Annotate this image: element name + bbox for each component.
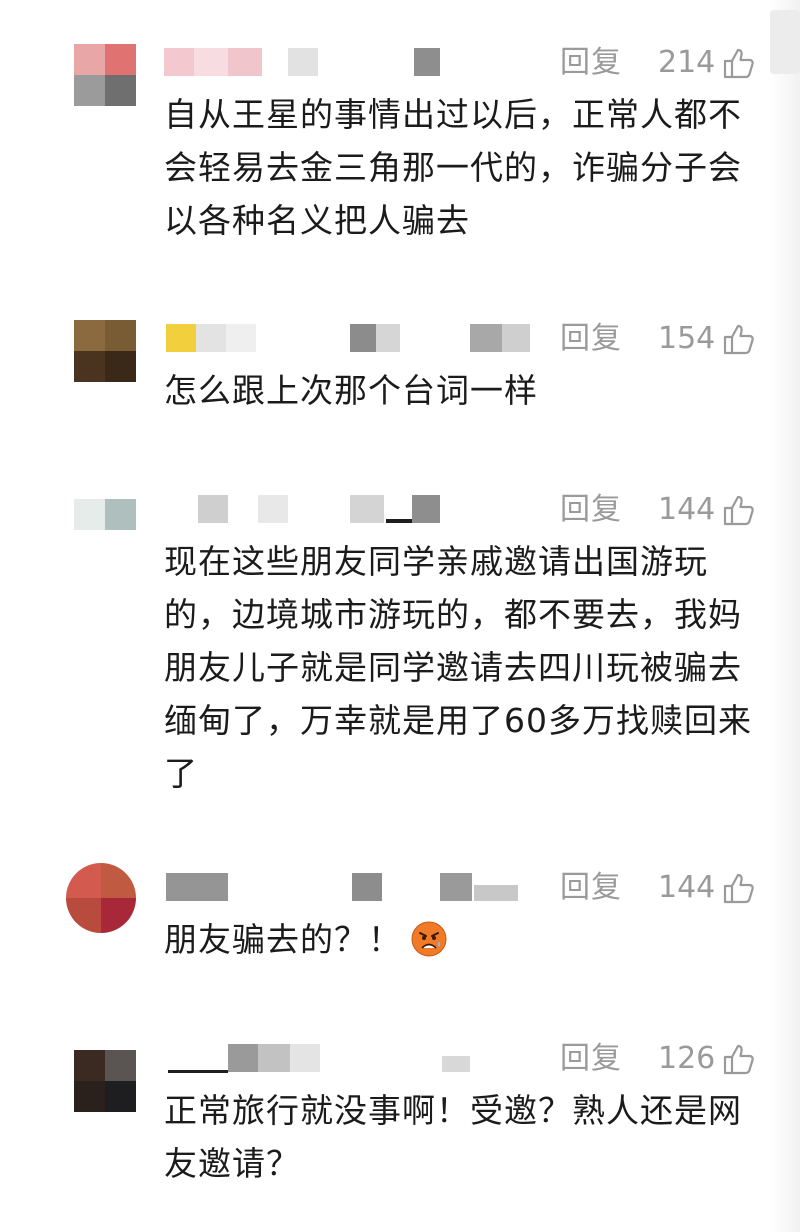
like-count: 144 bbox=[658, 870, 716, 905]
comment-text: 现在这些朋友同学亲戚邀请出国游玩的，边境城市游玩的，都不要去，我妈朋友儿子就是同… bbox=[164, 542, 752, 793]
comment-text: 怎么跟上次那个台词一样 bbox=[164, 371, 538, 410]
worried-face-emoji bbox=[411, 921, 447, 957]
reply-button[interactable]: 回复 bbox=[560, 869, 622, 907]
thumbs-up-icon[interactable] bbox=[722, 1042, 756, 1076]
thumbs-up-icon[interactable] bbox=[722, 46, 756, 80]
username-pixelated[interactable] bbox=[164, 869, 584, 905]
scroll-indicator[interactable] bbox=[770, 10, 800, 74]
username-pixelated[interactable] bbox=[164, 1040, 584, 1076]
username-pixelated[interactable] bbox=[164, 491, 584, 527]
like-count: 214 bbox=[658, 45, 716, 80]
reply-button[interactable]: 回复 bbox=[560, 44, 622, 82]
thumbs-up-icon[interactable] bbox=[722, 493, 756, 527]
avatar[interactable] bbox=[74, 1050, 136, 1112]
right-edge bbox=[770, 0, 800, 1232]
username-pixelated[interactable] bbox=[164, 44, 584, 80]
thumbs-up-icon[interactable] bbox=[722, 322, 756, 356]
username-pixelated[interactable] bbox=[164, 320, 584, 356]
comment-text: 自从王星的事情出过以后，正常人都不会轻易去金三角那一代的，诈骗分子会以各种名义把… bbox=[164, 95, 742, 240]
like-count: 126 bbox=[658, 1041, 716, 1076]
comment-text: 正常旅行就没事啊！受邀？熟人还是网友邀请？ bbox=[164, 1091, 742, 1183]
avatar[interactable] bbox=[74, 320, 136, 382]
like-count: 144 bbox=[658, 492, 716, 527]
reply-button[interactable]: 回复 bbox=[560, 1040, 622, 1078]
thumbs-up-icon[interactable] bbox=[722, 871, 756, 905]
avatar[interactable] bbox=[74, 499, 136, 561]
like-count: 154 bbox=[658, 321, 716, 356]
avatar[interactable] bbox=[66, 863, 136, 933]
avatar[interactable] bbox=[74, 44, 136, 106]
reply-button[interactable]: 回复 bbox=[560, 491, 622, 529]
comment-text: 朋友骗去的？！ bbox=[164, 920, 402, 959]
reply-button[interactable]: 回复 bbox=[560, 320, 622, 358]
